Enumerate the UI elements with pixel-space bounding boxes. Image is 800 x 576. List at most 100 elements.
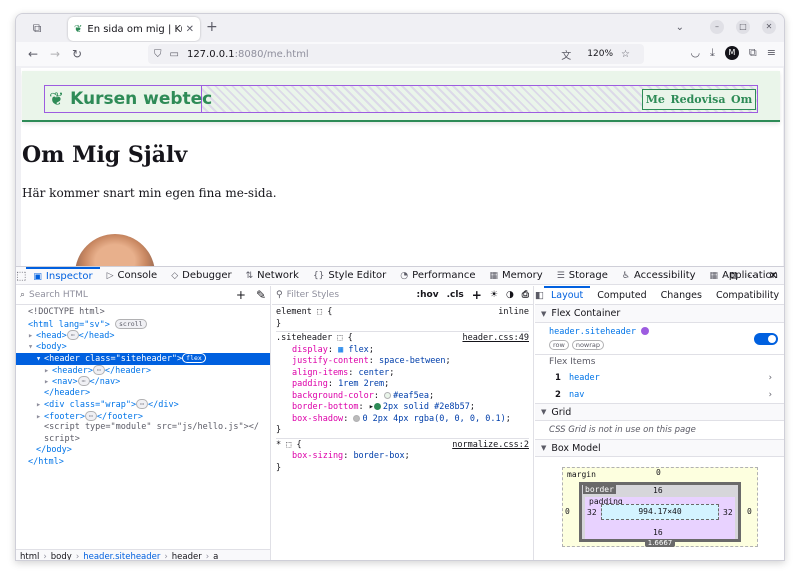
- color-swatch[interactable]: [373, 403, 381, 410]
- margin-left-value[interactable]: 0: [565, 507, 570, 516]
- url-bar[interactable]: ⛉ ▭ 127.0.0.1:8080/me.html 文 120% ☆: [148, 44, 644, 64]
- filter-styles-input[interactable]: Filter Styles: [287, 290, 339, 300]
- box-model-content-size[interactable]: 994.17×40: [601, 504, 719, 520]
- rule-declaration[interactable]: box-shadow: 0 2px 4px rgba(0, 0, 0, 0.1)…: [276, 414, 529, 426]
- close-tab-icon[interactable]: ✕: [186, 24, 194, 35]
- hover-states-button[interactable]: :hov: [417, 290, 439, 300]
- add-node-icon[interactable]: +: [236, 288, 246, 302]
- tab-memory[interactable]: ▦ Memory: [483, 267, 550, 285]
- padding-right-value[interactable]: 32: [723, 508, 733, 517]
- breadcrumb-item[interactable]: a: [213, 552, 218, 561]
- scroll-badge[interactable]: scroll: [115, 318, 147, 329]
- rule-declaration[interactable]: justify-content: space-between;: [276, 356, 529, 368]
- dark-theme-icon[interactable]: ◑: [506, 290, 514, 300]
- rule-declaration[interactable]: box-sizing: border-box;: [276, 451, 529, 463]
- margin-right-value[interactable]: 0: [747, 507, 752, 516]
- rule-declaration[interactable]: display: ▦ flex;: [276, 345, 529, 357]
- shield-icon[interactable]: ⛉: [154, 49, 162, 60]
- border-bottom-value[interactable]: 1.6667: [645, 539, 675, 547]
- tree-row[interactable]: </header>: [16, 388, 270, 400]
- flex-badge[interactable]: flex: [182, 353, 206, 363]
- toggle-sidebar-icon[interactable]: ◧: [535, 290, 544, 301]
- tree-row[interactable]: ▸ <head> ⋯ </head>: [16, 330, 270, 342]
- tab-changes[interactable]: Changes: [654, 286, 709, 305]
- tab-performance[interactable]: ◔ Performance: [393, 267, 482, 285]
- tab-accessibility[interactable]: ♿ Accessibility: [615, 267, 703, 285]
- tree-row[interactable]: ▸ <nav> ⋯ </nav>: [16, 376, 270, 388]
- color-swatch[interactable]: [353, 414, 361, 422]
- margin-top-value[interactable]: 0: [656, 468, 661, 477]
- page-info-icon[interactable]: ▭: [170, 49, 179, 60]
- expand-arrow-icon[interactable]: ▸: [36, 400, 44, 412]
- nav-link-redovisa[interactable]: Redovisa: [670, 93, 725, 106]
- close-devtools-icon[interactable]: ✕: [769, 269, 778, 283]
- breadcrumb-item[interactable]: body: [51, 552, 72, 561]
- rule-declaration[interactable]: border-bottom: ▸ 2px solid #2e8b57;: [276, 402, 529, 414]
- collapse-arrow-icon[interactable]: ▾: [28, 342, 36, 354]
- tab-inspector[interactable]: ▣ Inspector: [26, 266, 100, 285]
- site-logo-link[interactable]: ❦ Kursen webtec: [45, 86, 212, 112]
- grid-header[interactable]: ▼ Grid: [535, 403, 784, 421]
- light-theme-icon[interactable]: ☀: [490, 290, 498, 300]
- ellipsis-badge[interactable]: ⋯: [92, 364, 105, 375]
- add-rule-icon[interactable]: +: [472, 288, 482, 302]
- account-avatar-icon[interactable]: M: [724, 46, 739, 60]
- reload-icon[interactable]: ↻: [66, 47, 88, 61]
- tab-console[interactable]: ▷ Console: [100, 267, 165, 285]
- zoom-level[interactable]: 120%: [587, 49, 613, 59]
- border-top-value[interactable]: 16: [653, 486, 663, 495]
- rule-declaration[interactable]: padding: 1rem 2rem;: [276, 379, 529, 391]
- minimize-icon[interactable]: –: [710, 20, 724, 34]
- box-model-header[interactable]: ▼ Box Model: [535, 439, 784, 457]
- tree-row[interactable]: <script type="module" src="js/hello.js">…: [16, 422, 270, 434]
- tree-row[interactable]: </body>: [16, 445, 270, 457]
- breadcrumb-item-current[interactable]: header.siteheader: [83, 552, 160, 561]
- url-text[interactable]: 127.0.0.1:8080/me.html: [187, 49, 561, 60]
- search-html-input[interactable]: Search HTML: [29, 290, 88, 300]
- ellipsis-badge[interactable]: ⋯: [77, 376, 90, 386]
- expand-arrow-icon[interactable]: ▸: [36, 412, 44, 424]
- browser-tab[interactable]: ❦ En sida om mig | Kursen w ✕: [68, 17, 200, 41]
- close-window-icon[interactable]: ✕: [762, 20, 776, 34]
- tree-row[interactable]: <!DOCTYPE html>: [16, 307, 270, 319]
- tab-network[interactable]: ⇅ Network: [239, 267, 306, 285]
- tree-row[interactable]: ▸ <footer> ⋯ </footer>: [16, 410, 270, 424]
- collapse-arrow-icon[interactable]: ▾: [36, 354, 44, 366]
- tab-debugger[interactable]: ◇ Debugger: [164, 267, 238, 285]
- dock-icon[interactable]: ⧉: [730, 269, 738, 283]
- tree-row[interactable]: ▸ <header> ⋯ </header>: [16, 364, 270, 377]
- tab-storage[interactable]: ☰ Storage: [550, 267, 615, 285]
- rule-declaration[interactable]: align-items: center;: [276, 368, 529, 380]
- ellipsis-badge[interactable]: ⋯: [136, 399, 149, 409]
- rule-source-link[interactable]: normalize.css:2: [452, 440, 529, 452]
- flex-item[interactable]: 1 header ›: [535, 369, 784, 386]
- rule-declaration[interactable]: background-color: #eaf5ea;: [276, 391, 529, 403]
- ellipsis-badge[interactable]: ⋯: [84, 410, 97, 421]
- flex-overlay-toggle[interactable]: [754, 333, 778, 345]
- flex-item[interactable]: 2 nav ›: [535, 386, 784, 403]
- tab-compatibility[interactable]: Compatibility: [709, 286, 784, 305]
- flex-container-selector[interactable]: header.siteheader: [549, 327, 636, 337]
- classes-button[interactable]: .cls: [447, 290, 464, 300]
- breadcrumb-item[interactable]: header: [172, 552, 202, 561]
- back-icon[interactable]: ←: [22, 47, 44, 61]
- bookmark-star-icon[interactable]: ☆: [621, 49, 630, 60]
- overlay-color-swatch[interactable]: [640, 327, 649, 335]
- tree-row[interactable]: script>: [16, 434, 270, 446]
- maximize-icon[interactable]: □: [736, 20, 750, 34]
- tab-layout[interactable]: Layout: [543, 285, 591, 305]
- flex-container-header[interactable]: ▼ Flex Container: [535, 305, 784, 323]
- rule-source-link[interactable]: header.css:49: [462, 333, 529, 345]
- forward-icon[interactable]: →: [44, 47, 66, 61]
- menu-icon[interactable]: ≡: [767, 46, 776, 60]
- list-all-tabs-icon[interactable]: ⌄: [676, 22, 684, 33]
- tree-row[interactable]: ▸ <div class="wrap"> ⋯ </div>: [16, 399, 270, 411]
- pocket-icon[interactable]: ◡: [690, 46, 700, 60]
- flex-toggle-icon[interactable]: ▦: [338, 345, 343, 355]
- tab-style-editor[interactable]: {} Style Editor: [306, 267, 393, 285]
- ellipsis-badge[interactable]: ⋯: [66, 330, 79, 340]
- extensions-icon[interactable]: ⧉: [749, 46, 757, 60]
- more-options-icon[interactable]: ⋯: [748, 269, 759, 283]
- nav-link-om[interactable]: Om: [731, 93, 752, 106]
- padding-bottom-value[interactable]: 16: [653, 528, 663, 537]
